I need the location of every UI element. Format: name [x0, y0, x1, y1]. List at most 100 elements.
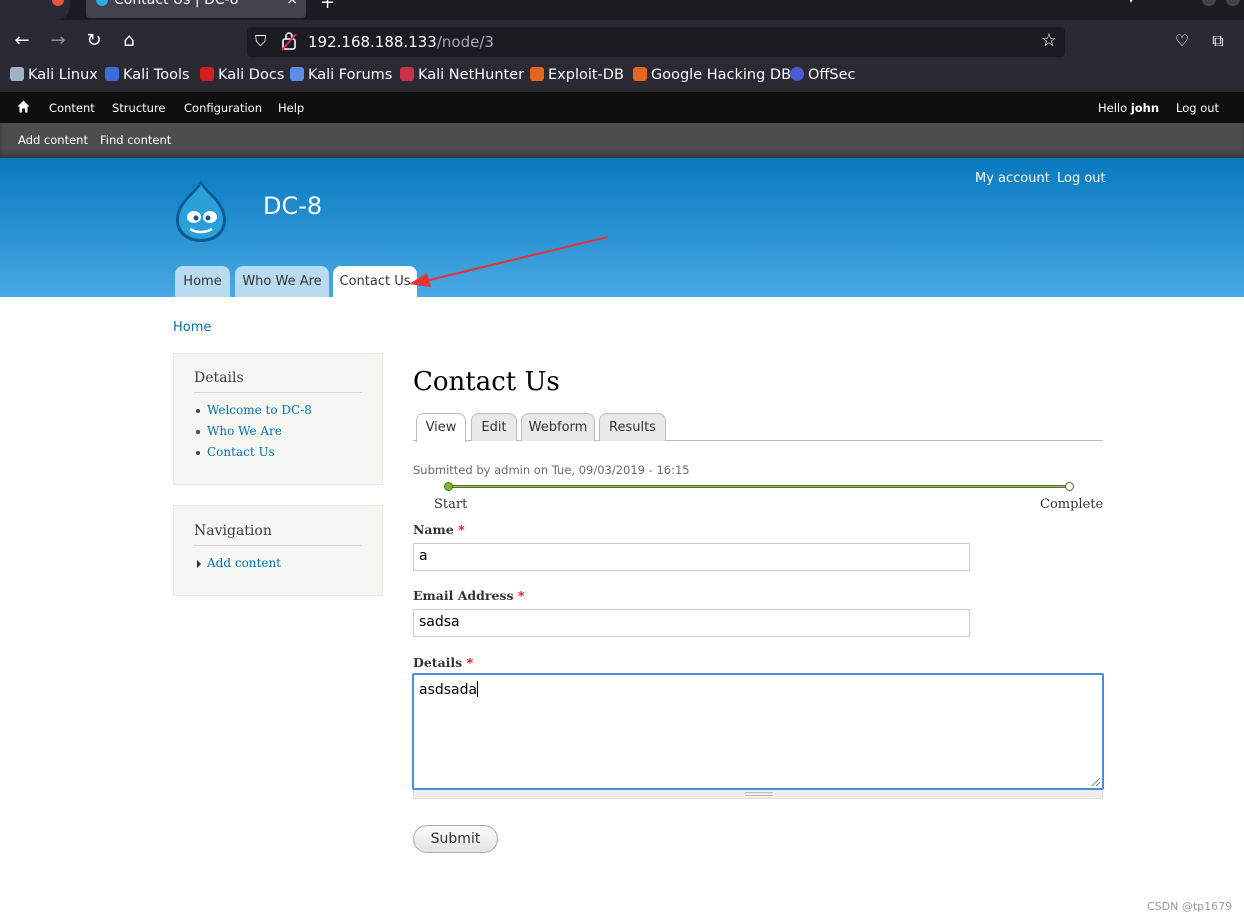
- toolbar-logout[interactable]: Log out: [1176, 101, 1219, 115]
- sidebar-item-label: Add content: [207, 556, 281, 570]
- sidebar-item-add-content[interactable]: Add content: [194, 556, 362, 577]
- home-icon[interactable]: ⌂: [117, 29, 141, 53]
- sidebar-details-title: Details: [194, 370, 362, 393]
- bullet: [196, 451, 200, 455]
- bookmark-kali-forums[interactable]: Kali Forums: [290, 67, 392, 83]
- bookmark-offsec[interactable]: OffSec: [790, 67, 856, 83]
- collapsed-arrow-icon: [197, 560, 201, 568]
- sidebar-item-contact-us[interactable]: Contact Us: [194, 445, 362, 466]
- main-menu-home[interactable]: Home: [175, 266, 230, 297]
- bookmark-kali-tools[interactable]: Kali Tools: [105, 67, 190, 83]
- browser-tab-bar: Contact Us | DC-8 × + ▾: [0, 0, 1244, 20]
- main-menu-contact-us[interactable]: Contact Us: [333, 266, 417, 297]
- bookmark-kali-docs[interactable]: Kali Docs: [200, 67, 284, 83]
- tab-view[interactable]: View: [416, 413, 466, 442]
- progress-start-label: Start: [434, 497, 468, 512]
- tracking-shield-icon[interactable]: ⛉: [255, 32, 266, 50]
- url-bar[interactable]: ⛉ 192.168.188.133/node/3 ☆: [247, 27, 1065, 57]
- bookmark-label: Kali NetHunter: [418, 67, 525, 83]
- toolbar-content[interactable]: Content: [49, 101, 95, 115]
- bookmark-label: Kali Tools: [123, 67, 190, 83]
- back-icon[interactable]: ←: [10, 29, 34, 53]
- required-marker: *: [517, 588, 525, 603]
- name-field[interactable]: a: [413, 543, 970, 571]
- bookmark-label: Kali Linux: [28, 67, 98, 83]
- kali-dragon-icon: [10, 67, 24, 81]
- bullet: [196, 430, 200, 434]
- url-path: /node/3: [436, 33, 494, 51]
- email-label-text: Email Address: [413, 588, 514, 603]
- greeting-prefix: Hello: [1098, 101, 1128, 115]
- drupal-favicon-icon: [96, 0, 108, 6]
- toolbar-username[interactable]: john: [1131, 101, 1159, 115]
- bookmark-label: Kali Forums: [308, 67, 393, 83]
- name-label-text: Name: [413, 522, 454, 537]
- submitted-info: Submitted by admin on Tue, 09/03/2019 - …: [413, 463, 690, 477]
- close-window-icon[interactable]: [1226, 0, 1240, 6]
- name-label: Name *: [413, 522, 465, 537]
- browser-tab-active[interactable]: Contact Us | DC-8 ×: [86, 0, 306, 18]
- bookmark-star-icon[interactable]: ☆: [1041, 30, 1057, 51]
- kali-forums-icon: [290, 67, 304, 81]
- sidebar-item-welcome[interactable]: Welcome to DC-8: [194, 403, 362, 424]
- required-marker: *: [466, 655, 474, 670]
- extensions-icon[interactable]: ⧉: [1206, 29, 1230, 53]
- main-menu-who-we-are[interactable]: Who We Are: [235, 266, 329, 297]
- email-field[interactable]: sadsa: [413, 609, 970, 637]
- progress-end-label: Complete: [1040, 497, 1104, 512]
- shortcut-bar: Add content Find content: [0, 123, 1244, 158]
- url-text[interactable]: 192.168.188.133/node/3: [308, 33, 494, 51]
- sidebar-item-label: Welcome to DC-8: [207, 403, 312, 417]
- toolbar-help[interactable]: Help: [278, 101, 304, 115]
- sidebar-item-who-we-are[interactable]: Who We Are: [194, 424, 362, 445]
- progress-end-dot: [1065, 482, 1074, 491]
- insecure-lock-icon[interactable]: [281, 31, 297, 51]
- reload-icon[interactable]: ↻: [82, 29, 106, 53]
- bookmark-google-hacking-db[interactable]: Google Hacking DB: [633, 67, 791, 83]
- local-tabs: View Edit Webform Results: [413, 413, 1103, 442]
- webform-progress-bar: Start Complete: [413, 480, 1103, 520]
- toolbar-configuration[interactable]: Configuration: [184, 101, 262, 115]
- new-tab-icon[interactable]: +: [320, 0, 335, 13]
- bookmark-exploit-db[interactable]: Exploit-DB: [530, 67, 624, 83]
- url-host: 192.168.188.133: [308, 33, 437, 51]
- tab-webform[interactable]: Webform: [521, 413, 595, 441]
- pocket-icon[interactable]: ♡: [1170, 29, 1194, 53]
- text-caret: [477, 681, 479, 697]
- details-value: asdsada: [419, 682, 478, 698]
- bookmark-kali-nethunter[interactable]: Kali NetHunter: [400, 67, 524, 83]
- bookmarks-toolbar: Kali Linux Kali Tools Kali Docs Kali For…: [0, 62, 1244, 92]
- secondary-my-account[interactable]: My account: [975, 171, 1050, 186]
- toolbar-structure[interactable]: Structure: [112, 101, 166, 115]
- resize-grip-icon[interactable]: [1090, 776, 1100, 786]
- forward-icon[interactable]: →: [46, 29, 70, 53]
- bookmark-kali-linux[interactable]: Kali Linux: [10, 67, 98, 83]
- kali-tools-icon: [105, 67, 119, 81]
- sidebar-details-block: Details Welcome to DC-8 Who We Are Conta…: [173, 353, 383, 485]
- shortcut-add-content[interactable]: Add content: [18, 133, 88, 147]
- kali-docs-icon: [200, 67, 214, 81]
- submit-button[interactable]: Submit: [413, 825, 498, 853]
- admin-toolbar: Content Structure Configuration Help Hel…: [0, 92, 1244, 123]
- nethunter-icon: [400, 67, 414, 81]
- sidebar-navigation-block: Navigation Add content: [173, 505, 383, 596]
- watermark: CSDN @tp1679: [1147, 900, 1233, 913]
- tab-list-chevron-icon[interactable]: ▾: [1128, 0, 1134, 6]
- toolbar-home-icon[interactable]: [17, 100, 30, 113]
- exploit-db-icon: [530, 67, 544, 81]
- secondary-logout[interactable]: Log out: [1057, 171, 1106, 186]
- minimize-window-icon[interactable]: [1202, 0, 1216, 6]
- breadcrumb-home[interactable]: Home: [173, 320, 211, 335]
- details-label: Details *: [413, 655, 473, 670]
- tab-edit[interactable]: Edit: [471, 413, 517, 441]
- site-name[interactable]: DC-8: [263, 192, 322, 220]
- bookmark-label: Kali Docs: [218, 67, 285, 83]
- bullet: [196, 409, 200, 413]
- drupal-logo-icon[interactable]: [170, 178, 232, 244]
- textarea-resize-handle[interactable]: [413, 790, 1103, 799]
- tab-results[interactable]: Results: [599, 413, 666, 441]
- tab-close-icon[interactable]: ×: [286, 0, 298, 7]
- details-textarea[interactable]: asdsada: [412, 673, 1104, 790]
- shortcut-find-content[interactable]: Find content: [100, 133, 171, 147]
- details-label-text: Details: [413, 655, 463, 670]
